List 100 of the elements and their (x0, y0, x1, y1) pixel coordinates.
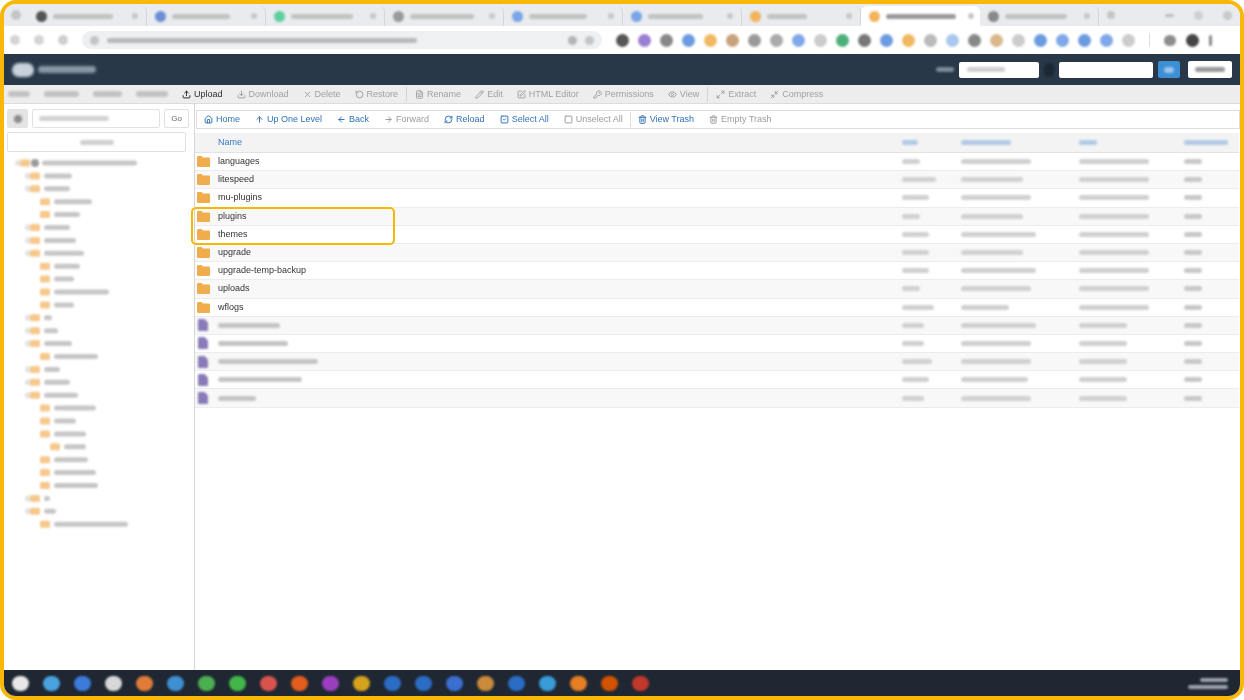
blurred-text (902, 268, 929, 274)
file-row[interactable]: mu-plugins (195, 189, 1239, 208)
blurred-text (1079, 231, 1149, 237)
blurred-icon (988, 10, 999, 22)
upload-icon (182, 89, 191, 99)
icon-button[interactable] (7, 109, 28, 128)
blurred-icon (477, 675, 494, 691)
blurred-icon (632, 675, 649, 691)
pen-square-icon (516, 89, 526, 99)
blurred-icon (11, 10, 21, 20)
eye-icon (667, 89, 677, 99)
empty-box-icon (563, 115, 573, 124)
blurred-icon (1194, 10, 1203, 20)
blurred-icon (291, 675, 308, 691)
toolbar-button[interactable]: Reload (444, 115, 485, 124)
browser-tab[interactable] (861, 6, 980, 26)
blurred-icon (616, 33, 629, 47)
blurred-icon (446, 675, 463, 691)
search-field[interactable] (1059, 61, 1153, 78)
blurred-icon (601, 675, 618, 691)
blurred-icon (415, 675, 432, 691)
blurred-text (902, 359, 932, 365)
file-row[interactable] (195, 389, 1239, 408)
blurred-text (44, 91, 79, 97)
blurred-icon (34, 35, 44, 45)
file-icon (198, 355, 208, 368)
trash-icon (709, 115, 719, 124)
folder-icon (197, 301, 210, 313)
search-button[interactable] (1158, 61, 1180, 78)
blurred-text (1184, 359, 1202, 365)
file-name: upgrade (218, 248, 252, 258)
blurred-text (410, 13, 474, 19)
file-row[interactable]: plugins (195, 207, 1239, 226)
blurred-icon (370, 13, 376, 19)
blurred-icon (10, 35, 20, 45)
blurred-text (1079, 322, 1127, 328)
blurred-icon (990, 33, 1003, 47)
blurred-icon (660, 33, 673, 47)
blurred-text (1079, 159, 1149, 165)
path-field[interactable] (32, 109, 160, 128)
blurred-text (961, 359, 1031, 365)
blurred-icon (858, 33, 871, 47)
blurred-text (902, 231, 929, 237)
blurred-text (1079, 359, 1127, 365)
toolbar-button[interactable]: Back (337, 115, 370, 124)
blurred-icon (727, 13, 733, 19)
file-icon (198, 337, 208, 350)
blurred-button[interactable] (7, 132, 186, 152)
blurred-icon (251, 13, 257, 19)
blurred-icon (12, 675, 29, 691)
blurred-icon (1084, 13, 1090, 19)
blurred-icon (880, 33, 893, 47)
blurred-text (1184, 159, 1202, 165)
toolbar-button[interactable]: Select All (499, 115, 549, 124)
blurred-text (1184, 231, 1202, 237)
column-header[interactable]: Name (218, 138, 242, 147)
blurred-text (1184, 213, 1202, 219)
blurred-text (961, 140, 1011, 145)
blurred-icon (58, 35, 68, 45)
blurred-icon (1164, 66, 1174, 73)
folder-icon (197, 283, 210, 295)
blurred-text (1184, 268, 1202, 274)
blurred-icon (132, 13, 138, 19)
blurred-text (1079, 177, 1149, 183)
go-button[interactable]: Go (164, 109, 189, 128)
blurred-text (961, 159, 1031, 165)
blurred-text (1184, 177, 1202, 183)
folder-icon (197, 247, 210, 259)
blurred-text (961, 195, 1031, 201)
blurred-icon (1165, 13, 1174, 17)
file-row[interactable]: uploads (195, 280, 1239, 299)
toolbar-button[interactable]: Upload (182, 89, 223, 99)
blurred-icon (1164, 34, 1176, 46)
file-row[interactable]: upgrade-temp-backup (195, 262, 1239, 281)
blurred-icon (1034, 33, 1047, 47)
download-icon (236, 89, 246, 99)
blurred-text (902, 322, 924, 328)
blurred-text (218, 322, 280, 328)
blurred-text (1195, 67, 1225, 72)
address-bar[interactable] (82, 31, 602, 49)
file-row[interactable]: litespeed (195, 171, 1239, 190)
blurred-icon (1209, 34, 1212, 46)
file-row[interactable] (195, 371, 1239, 390)
toolbar-button[interactable]: Up One Level (255, 115, 323, 124)
blurred-icon (489, 13, 495, 19)
toolbar-button[interactable]: Home (204, 115, 240, 124)
blurred-text (961, 213, 1023, 219)
blurred-text (1079, 377, 1127, 383)
blurred-button[interactable] (1188, 61, 1232, 78)
blurred-text (1079, 140, 1097, 145)
file-row[interactable]: languages (195, 153, 1239, 172)
blurred-text (8, 91, 30, 97)
blurred-text (1184, 377, 1202, 383)
blurred-icon (539, 675, 556, 691)
blurred-icon (682, 33, 695, 47)
toolbar-button[interactable]: View Trash (637, 115, 695, 124)
search-field[interactable] (959, 61, 1039, 78)
file-row[interactable] (195, 353, 1239, 372)
folder-icon (197, 174, 210, 186)
blurred-text (218, 340, 288, 346)
